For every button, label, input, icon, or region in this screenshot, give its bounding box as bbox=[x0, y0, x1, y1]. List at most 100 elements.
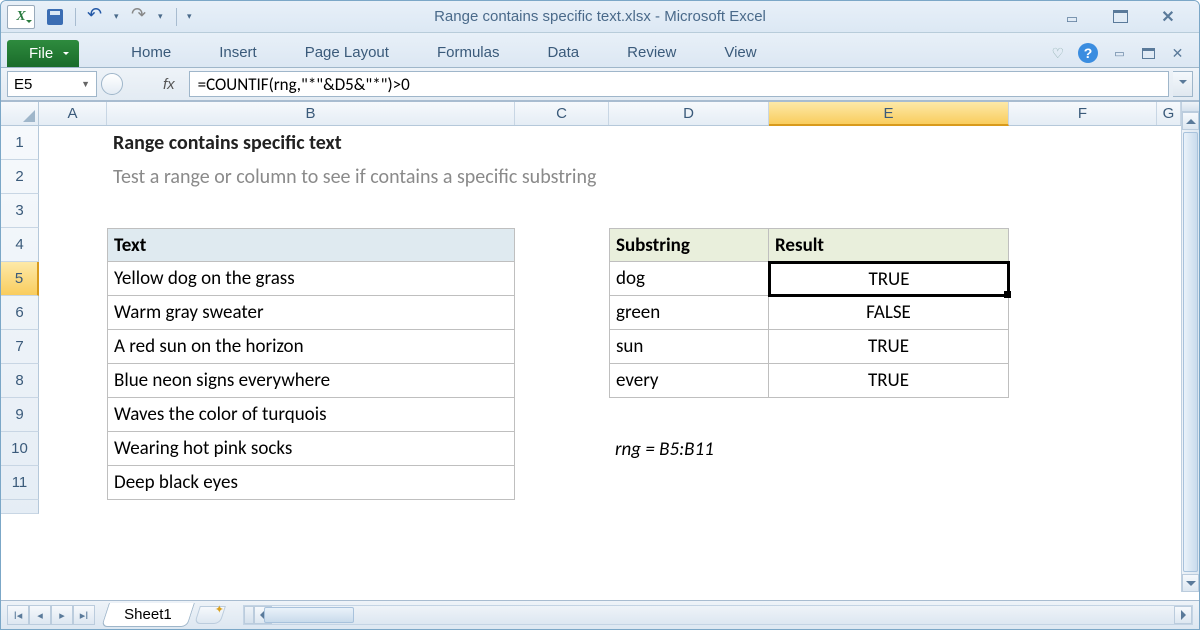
workbook-minimize[interactable] bbox=[1112, 47, 1127, 59]
sheet-nav-next[interactable]: ▸ bbox=[51, 605, 73, 625]
cell-d4-header[interactable]: Substring bbox=[609, 228, 769, 262]
tab-view[interactable]: View bbox=[700, 38, 780, 67]
qat-separator bbox=[75, 8, 76, 26]
cell-e8[interactable]: TRUE bbox=[769, 364, 1009, 398]
col-header-c[interactable]: C bbox=[515, 102, 609, 125]
col-header-d[interactable]: D bbox=[609, 102, 769, 125]
scroll-down-button[interactable] bbox=[1182, 574, 1199, 592]
tab-data[interactable]: Data bbox=[523, 38, 603, 67]
save-button[interactable] bbox=[45, 7, 65, 27]
ribbon-tabs: File Home Insert Page Layout Formulas Da… bbox=[1, 33, 1199, 68]
tab-split-handle[interactable] bbox=[244, 606, 254, 624]
scroll-up-button[interactable] bbox=[1182, 112, 1199, 130]
excel-app-icon[interactable] bbox=[7, 5, 35, 29]
new-sheet-button[interactable] bbox=[194, 606, 226, 624]
col-header-e[interactable]: E bbox=[769, 102, 1009, 126]
cell-b4-header[interactable]: Text bbox=[107, 228, 515, 262]
maximize-button[interactable] bbox=[1107, 9, 1133, 25]
worksheet-grid: A B C D E F G 1 2 3 4 5 6 7 8 9 10 11 Ra… bbox=[1, 102, 1199, 592]
cell-e7[interactable]: TRUE bbox=[769, 330, 1009, 364]
split-handle-icon[interactable] bbox=[1182, 102, 1199, 112]
cell-b6[interactable]: Warm gray sweater bbox=[107, 296, 515, 330]
save-icon bbox=[47, 9, 63, 25]
scroll-right-button[interactable] bbox=[1174, 606, 1192, 624]
formula-input[interactable]: =COUNTIF(rng,"*"&D5&"*")>0 bbox=[189, 71, 1169, 97]
row-header-6[interactable]: 6 bbox=[1, 296, 39, 330]
row-header-3[interactable]: 3 bbox=[1, 194, 39, 228]
cancel-formula-icon[interactable] bbox=[101, 73, 123, 95]
cell-b8[interactable]: Blue neon signs everywhere bbox=[107, 364, 515, 398]
cell-b11[interactable]: Deep black eyes bbox=[107, 466, 515, 500]
cell-d10-note[interactable]: rng = B5:B11 bbox=[609, 432, 909, 466]
cell-b2-subtitle[interactable]: Test a range or column to see if contain… bbox=[107, 160, 907, 194]
undo-button[interactable] bbox=[86, 7, 106, 27]
cell-e5-selected[interactable]: TRUE bbox=[768, 261, 1010, 297]
horizontal-scrollbar[interactable] bbox=[243, 605, 1193, 625]
window-controls bbox=[1059, 9, 1181, 25]
tab-insert[interactable]: Insert bbox=[195, 38, 281, 67]
row-headers: 1 2 3 4 5 6 7 8 9 10 11 bbox=[1, 126, 39, 514]
tab-review[interactable]: Review bbox=[603, 38, 700, 67]
row-header-7[interactable]: 7 bbox=[1, 330, 39, 364]
sheet-nav-first[interactable]: I◂ bbox=[7, 605, 29, 625]
col-header-g[interactable]: G bbox=[1157, 102, 1181, 125]
cell-b7[interactable]: A red sun on the horizon bbox=[107, 330, 515, 364]
row-header-5[interactable]: 5 bbox=[1, 262, 39, 296]
row-header-10[interactable]: 10 bbox=[1, 432, 39, 466]
undo-icon bbox=[87, 10, 105, 24]
tab-page-layout[interactable]: Page Layout bbox=[281, 38, 413, 67]
minimize-ribbon-icon[interactable]: ♡ bbox=[1051, 45, 1064, 62]
cell-d8[interactable]: every bbox=[609, 364, 769, 398]
sheet-nav-prev[interactable]: ◂ bbox=[29, 605, 51, 625]
customize-qat[interactable]: ▾ bbox=[187, 11, 195, 22]
row-header-11[interactable]: 11 bbox=[1, 466, 39, 500]
redo-dropdown[interactable]: ▾ bbox=[158, 11, 166, 22]
vertical-scroll-thumb[interactable] bbox=[1183, 132, 1198, 572]
formula-bar: E5 ▼ fx =COUNTIF(rng,"*"&D5&"*")>0 bbox=[1, 68, 1199, 102]
close-button[interactable] bbox=[1155, 9, 1181, 25]
cell-e4-header[interactable]: Result bbox=[769, 228, 1009, 262]
sheet-tab-sheet1[interactable]: Sheet1 bbox=[101, 603, 194, 627]
minimize-button[interactable] bbox=[1059, 9, 1085, 25]
cell-d7[interactable]: sun bbox=[609, 330, 769, 364]
cells-area[interactable]: Range contains specific text Test a rang… bbox=[39, 126, 1181, 592]
ribbon-right-controls: ♡ ? bbox=[1051, 43, 1185, 67]
vertical-scrollbar[interactable] bbox=[1181, 102, 1199, 592]
fill-handle[interactable] bbox=[1004, 291, 1011, 298]
cell-b9[interactable]: Waves the color of turquois bbox=[107, 398, 515, 432]
cell-d5[interactable]: dog bbox=[609, 262, 769, 296]
workbook-restore[interactable] bbox=[1141, 47, 1156, 59]
help-icon[interactable]: ? bbox=[1078, 43, 1098, 63]
undo-dropdown[interactable]: ▾ bbox=[114, 11, 122, 22]
file-tab[interactable]: File bbox=[7, 40, 79, 67]
cell-d6[interactable]: green bbox=[609, 296, 769, 330]
cell-b5[interactable]: Yellow dog on the grass bbox=[107, 262, 515, 296]
name-box[interactable]: E5 ▼ bbox=[7, 71, 97, 97]
cell-b10[interactable]: Wearing hot pink socks bbox=[107, 432, 515, 466]
sheet-nav-last[interactable]: ▸I bbox=[73, 605, 95, 625]
column-headers: A B C D E F G bbox=[1, 102, 1181, 126]
sheet-nav: I◂ ◂ ▸ ▸I bbox=[7, 605, 95, 625]
row-header-1[interactable]: 1 bbox=[1, 126, 39, 160]
row-header-12[interactable] bbox=[1, 500, 39, 514]
redo-icon bbox=[131, 10, 149, 24]
fx-label[interactable]: fx bbox=[127, 76, 185, 93]
redo-button[interactable] bbox=[130, 7, 150, 27]
row-header-2[interactable]: 2 bbox=[1, 160, 39, 194]
col-header-b[interactable]: B bbox=[107, 102, 515, 125]
col-header-a[interactable]: A bbox=[39, 102, 107, 125]
expand-formula-bar[interactable] bbox=[1173, 71, 1193, 97]
select-all-corner[interactable] bbox=[1, 102, 39, 125]
workbook-close[interactable] bbox=[1170, 47, 1185, 59]
restore-icon bbox=[1142, 48, 1155, 59]
horizontal-scroll-thumb[interactable] bbox=[264, 607, 354, 623]
row-header-8[interactable]: 8 bbox=[1, 364, 39, 398]
formula-text: =COUNTIF(rng,"*"&D5&"*")>0 bbox=[198, 74, 410, 95]
tab-formulas[interactable]: Formulas bbox=[413, 38, 524, 67]
cell-e6[interactable]: FALSE bbox=[769, 296, 1009, 330]
tab-home[interactable]: Home bbox=[107, 38, 195, 67]
cell-b1-title[interactable]: Range contains specific text bbox=[107, 126, 807, 160]
row-header-9[interactable]: 9 bbox=[1, 398, 39, 432]
row-header-4[interactable]: 4 bbox=[1, 228, 39, 262]
col-header-f[interactable]: F bbox=[1009, 102, 1157, 125]
